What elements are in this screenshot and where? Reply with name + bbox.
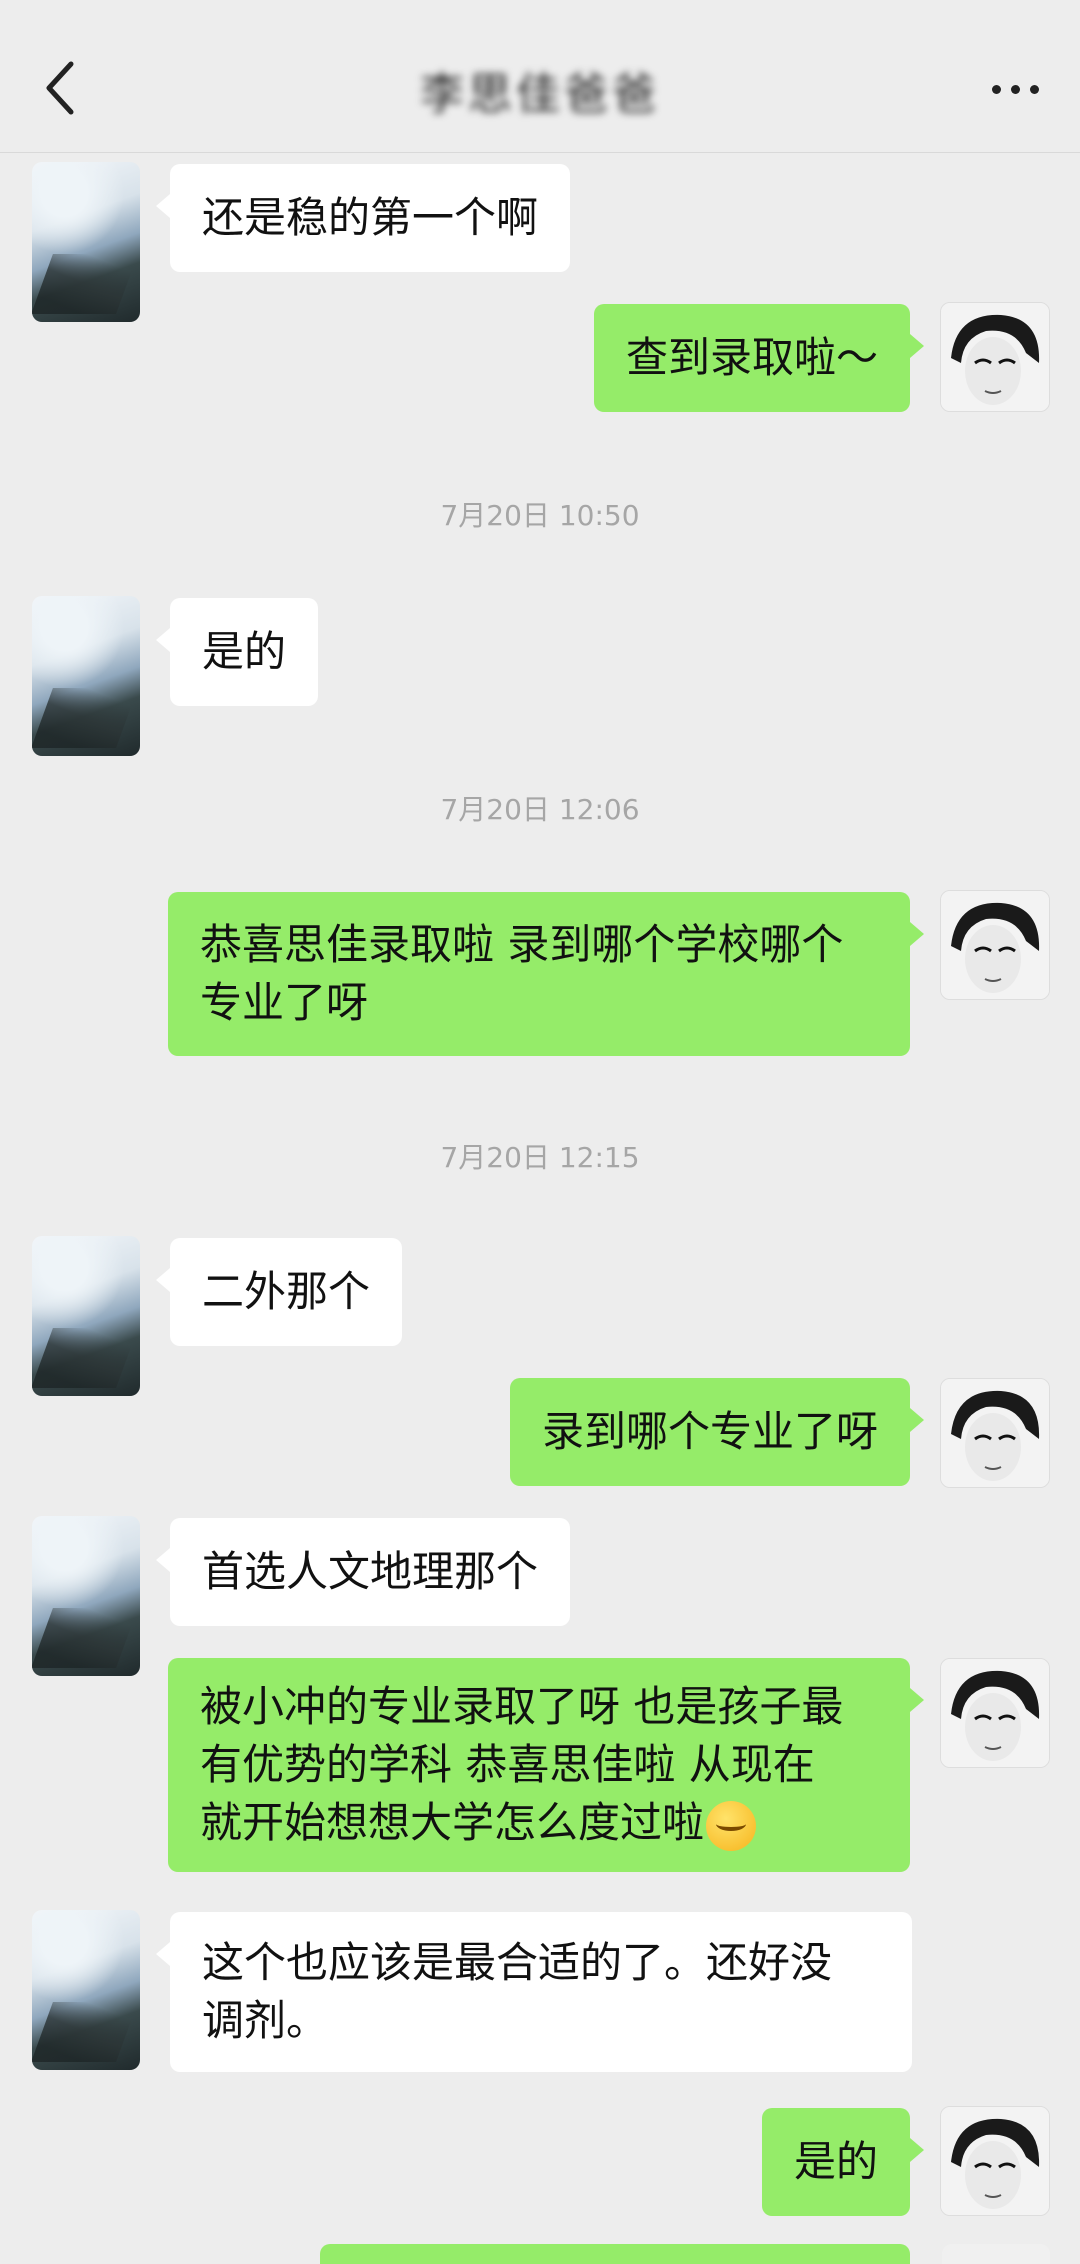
- message-text: 是的: [793, 2137, 878, 2186]
- message-text-line: 恭喜思佳录取啦 录到哪个学校哪个: [200, 920, 844, 969]
- self-avatar[interactable]: [940, 1378, 1050, 1488]
- portrait-image: [941, 1379, 1049, 1487]
- message-text-line: 这个也应该是最合适的了。还好没: [202, 1938, 833, 1987]
- contact-avatar[interactable]: [32, 596, 140, 756]
- message-bubble-sent-partial: [320, 2244, 910, 2264]
- message-bubble-sent[interactable]: 录到哪个专业了呀: [509, 1378, 925, 1486]
- message-bubble-received[interactable]: 这个也应该是最合适的了。还好没 调剂。: [156, 1912, 912, 2072]
- message-text-line: 调剂。: [202, 1996, 329, 2045]
- message-bubble-sent[interactable]: 是的: [761, 2108, 925, 2216]
- contact-avatar[interactable]: [32, 1516, 140, 1676]
- message-text: 查到录取啦～: [625, 333, 878, 382]
- message-bubble-received[interactable]: 首选人文地理那个: [155, 1518, 571, 1626]
- self-avatar[interactable]: [940, 2106, 1050, 2216]
- message-bubble-sent[interactable]: 恭喜思佳录取啦 录到哪个学校哪个 专业了呀: [168, 892, 924, 1056]
- message-text: 首选人文地理那个: [202, 1547, 539, 1596]
- message-text: 录到哪个专业了呀: [541, 1407, 878, 1456]
- grin-emoji-icon: [706, 1800, 757, 1851]
- more-options-button[interactable]: [980, 64, 1050, 114]
- contact-avatar[interactable]: [32, 1236, 140, 1396]
- self-avatar[interactable]: [940, 1658, 1050, 1768]
- message-bubble-sent[interactable]: 查到录取啦～: [593, 304, 925, 412]
- portrait-image: [941, 1659, 1049, 1767]
- chat-title: 李思佳爸爸: [420, 69, 660, 120]
- message-bubble-received[interactable]: 还是稳的第一个啊: [155, 164, 571, 272]
- message-text: 二外那个: [202, 1267, 371, 1316]
- message-bubble-received[interactable]: 是的: [155, 598, 319, 706]
- contact-avatar[interactable]: [32, 162, 140, 322]
- message-text-line: 有优势的学科 恭喜思佳啦 从现在: [200, 1740, 815, 1789]
- chat-header: 李思佳爸爸: [0, 0, 1080, 153]
- more-dots-icon: [991, 84, 1001, 94]
- message-text-line: 专业了呀: [200, 978, 369, 1027]
- contact-avatar[interactable]: [32, 1910, 140, 2070]
- portrait-image: [941, 2107, 1049, 2215]
- message-bubble-sent[interactable]: 被小冲的专业录取了呀 也是孩子最 有优势的学科 恭喜思佳啦 从现在 就开始想想大…: [168, 1658, 924, 1872]
- message-text: 还是稳的第一个啊: [202, 193, 539, 242]
- timestamp: 7月20日 12:15: [440, 1141, 640, 1174]
- portrait-image: [941, 303, 1049, 411]
- self-avatar[interactable]: [940, 890, 1050, 1000]
- portrait-image: [941, 891, 1049, 999]
- timestamp: 7月20日 12:06: [440, 793, 640, 826]
- message-text-line: 就开始想想大学怎么度过啦: [200, 1794, 878, 1852]
- timestamp: 7月20日 10:50: [440, 499, 640, 532]
- message-bubble-received[interactable]: 二外那个: [155, 1238, 403, 1346]
- self-avatar-partial: [942, 2244, 1050, 2264]
- message-text: 是的: [202, 627, 287, 676]
- self-avatar[interactable]: [940, 302, 1050, 412]
- message-text-line: 被小冲的专业录取了呀 也是孩子最: [200, 1682, 844, 1731]
